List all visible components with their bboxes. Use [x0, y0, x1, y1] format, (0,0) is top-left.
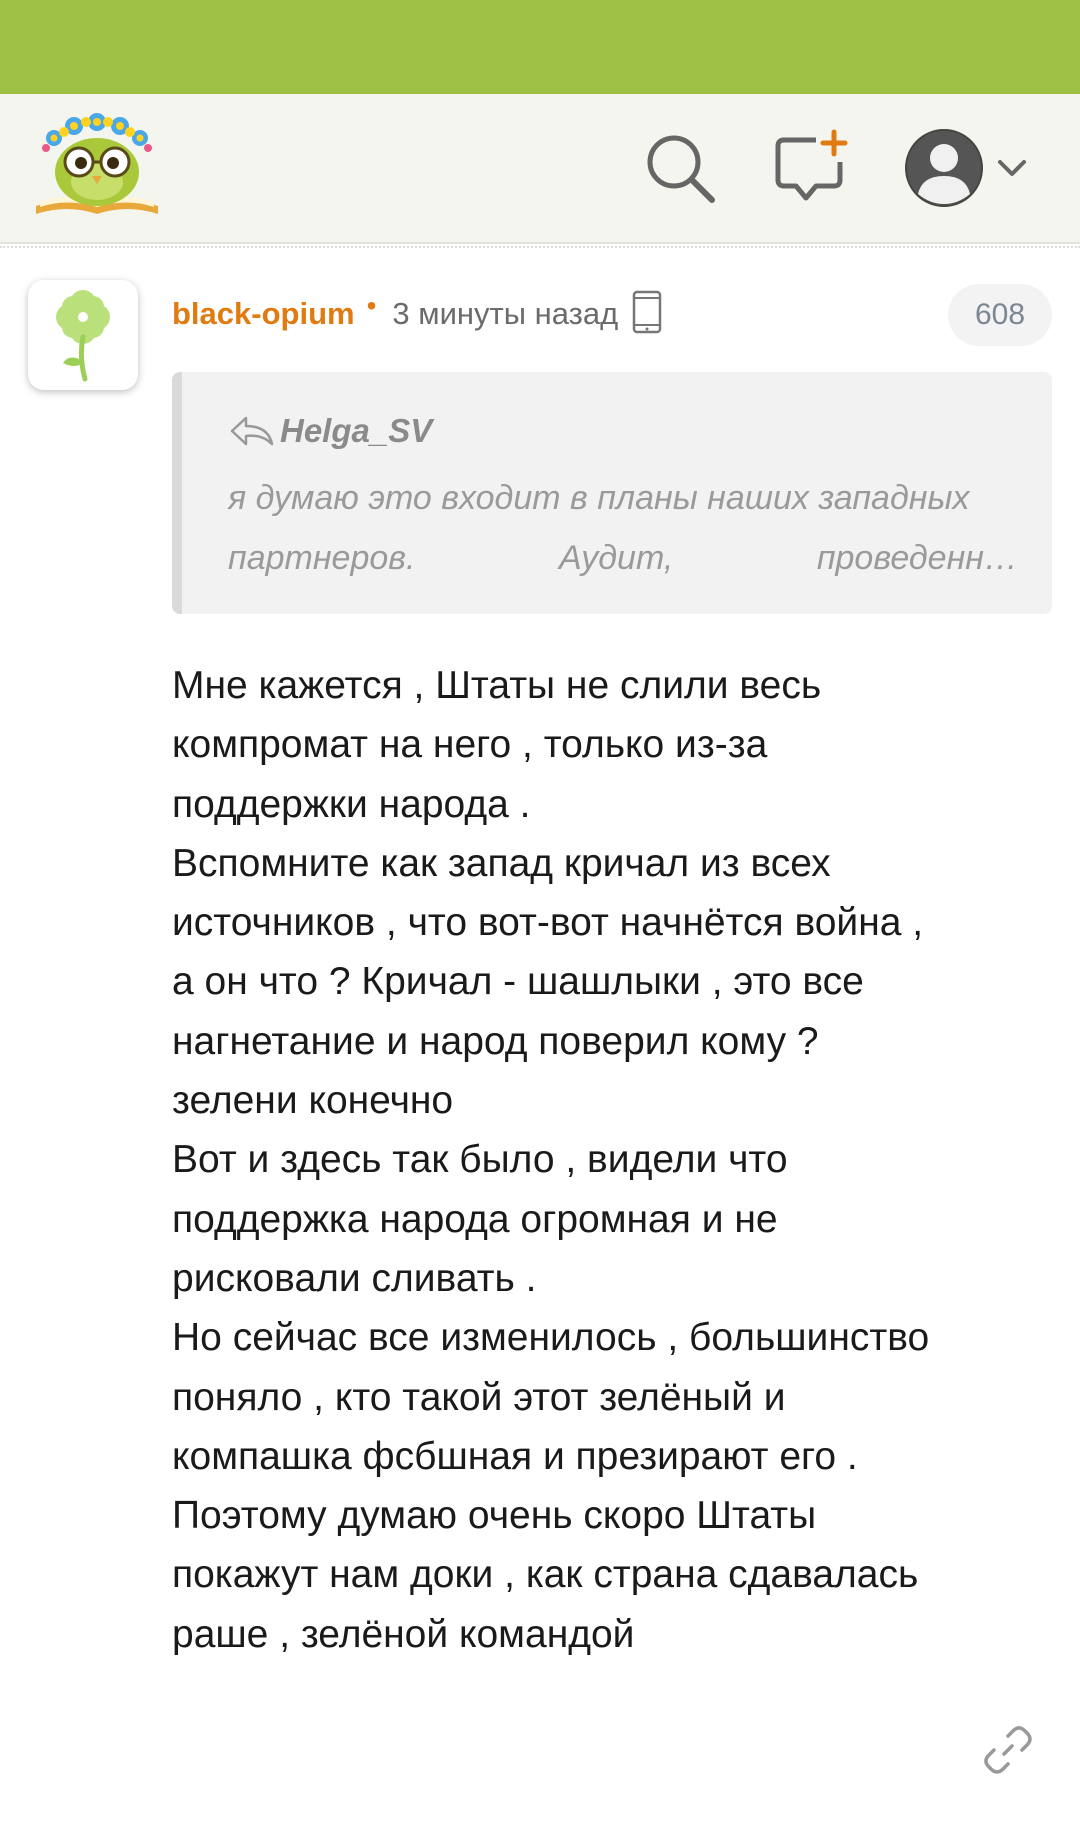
chevron-down-icon — [998, 160, 1026, 176]
comment-rating[interactable]: 608 — [948, 284, 1052, 346]
comment-line: Мне кажется , Штаты не слили весь — [172, 664, 822, 707]
user-avatar-icon — [905, 129, 983, 207]
comment-line: Вот и здесь так было , видели что — [172, 1138, 788, 1182]
site-header — [0, 94, 1080, 248]
comment-line: компашка фсбшная и презирают его . — [172, 1434, 858, 1478]
comment-time[interactable]: 3 минуты назад — [392, 296, 618, 332]
comment-line: зелени конечно — [172, 1079, 454, 1123]
comment-line: а он что ? Кричал - шашлыки , это все — [172, 960, 864, 1004]
quote-header: Helga_SV — [228, 412, 432, 450]
new-comment-icon — [775, 129, 848, 201]
quote-text: я думаю это входит в планы наших западны… — [228, 468, 1018, 588]
quote-word: проведенн… — [816, 539, 1018, 577]
comment-author[interactable]: black-opium — [172, 296, 355, 332]
meta-separator: • — [366, 290, 377, 321]
comment-body: Мне кажется , Штаты не слили весь компро… — [172, 656, 1052, 1664]
comment-line: поддержка народа огромная и не — [172, 1197, 778, 1241]
new-comment-button[interactable] — [772, 128, 852, 208]
comment-line: поняло , кто такой этот зелёный и — [172, 1375, 786, 1419]
clover-flower-icon — [56, 290, 110, 382]
comment-line: нагнетание и народ поверил кому ? — [172, 1019, 819, 1063]
quote-line: партнеров. Аудит, проведенн… — [228, 528, 1018, 588]
reply-arrow-icon — [230, 416, 274, 446]
site-logo[interactable] — [32, 110, 162, 226]
quoted-comment[interactable]: Helga_SV я думаю это входит в планы наши… — [172, 372, 1052, 614]
comment-line: Но сейчас все изменилось , большинство — [172, 1316, 930, 1360]
comment-line: Вспомните как запад кричал из всех — [172, 841, 831, 885]
comment-line: рисковали сливать . — [172, 1256, 537, 1300]
comment-meta: black-opium • 3 минуты назад — [172, 290, 662, 339]
comment-line: покажут нам доки , как страна сдавалась — [172, 1553, 919, 1597]
quote-line: я думаю это входит в планы наших западны… — [228, 479, 970, 517]
quote-word: Аудит, — [558, 539, 674, 577]
link-icon — [984, 1726, 1032, 1774]
status-bar — [0, 0, 1080, 94]
comment-line: источников , что вот-вот начнётся война … — [172, 901, 924, 945]
comment-line: раше , зелёной командой — [172, 1612, 635, 1656]
search-button[interactable] — [640, 128, 720, 208]
comment-line: компромат на него , только из-за — [172, 723, 768, 767]
quote-word: партнеров. — [228, 539, 416, 577]
comment-avatar[interactable] — [28, 280, 138, 390]
comment-line: Поэтому думаю очень скоро Штаты — [172, 1494, 817, 1538]
mobile-phone-icon — [632, 290, 662, 339]
comment-link-button[interactable] — [982, 1724, 1034, 1776]
account-menu-button[interactable] — [896, 120, 1036, 216]
search-icon — [647, 135, 715, 203]
quote-author[interactable]: Helga_SV — [280, 412, 432, 450]
comment-line: поддержки народа . — [172, 782, 531, 826]
